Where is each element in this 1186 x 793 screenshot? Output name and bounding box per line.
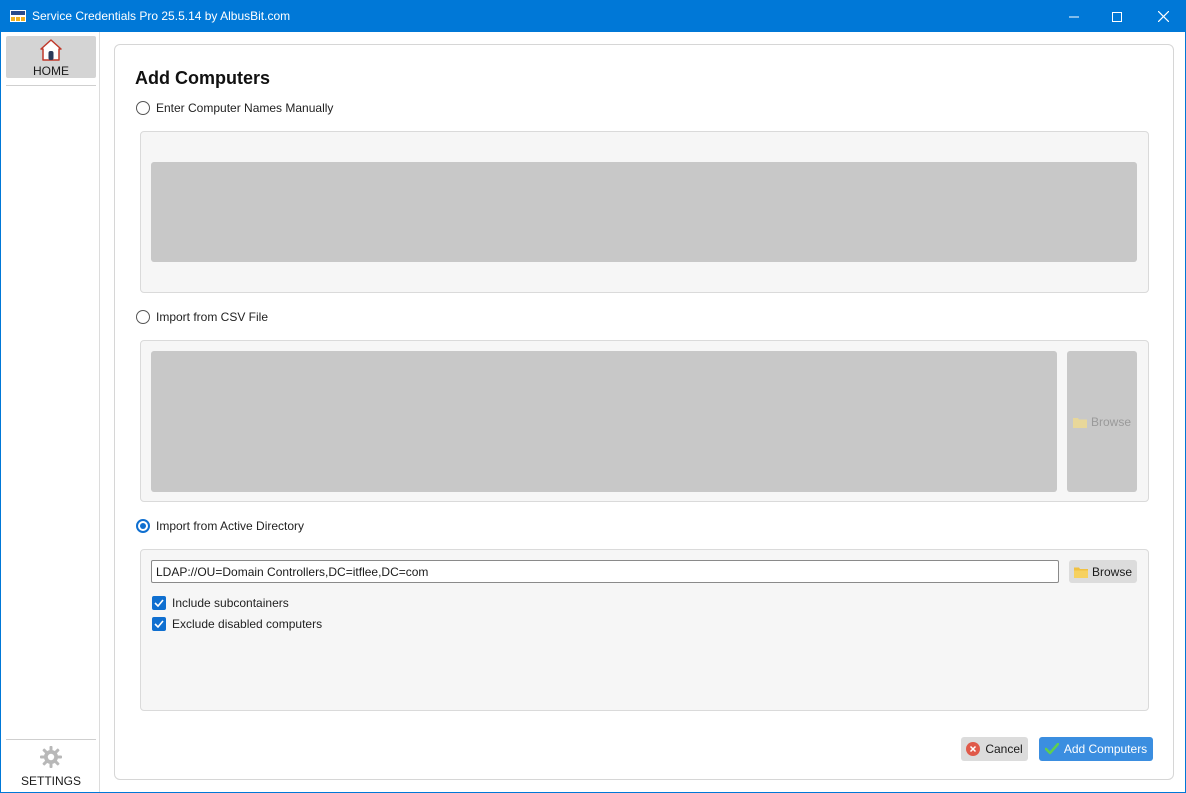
ad-browse-button[interactable]: Browse xyxy=(1069,560,1137,583)
title-bar[interactable]: Service Credentials Pro 25.5.14 by Albus… xyxy=(1,1,1185,32)
include-subcontainers-checkbox[interactable]: Include subcontainers xyxy=(152,596,289,610)
close-icon xyxy=(1157,11,1169,22)
gear-icon xyxy=(40,746,62,768)
sidebar: HOME SETTINGS xyxy=(1,32,100,792)
manual-entry-group xyxy=(140,131,1149,293)
add-computers-panel: Add Computers Enter Computer Names Manua… xyxy=(114,44,1174,780)
csv-browse-label: Browse xyxy=(1090,414,1131,429)
radio-active-directory[interactable]: Import from Active Directory xyxy=(136,519,304,533)
checkbox-checked-icon[interactable] xyxy=(152,617,166,631)
house-icon xyxy=(40,39,62,61)
radio-csv-indicator[interactable] xyxy=(136,310,150,324)
add-computers-button[interactable]: Add Computers xyxy=(1039,737,1153,761)
nav-settings[interactable]: SETTINGS xyxy=(6,744,96,788)
radio-manual-indicator[interactable] xyxy=(136,101,150,115)
close-button[interactable] xyxy=(1140,1,1186,32)
window-title: Service Credentials Pro 25.5.14 by Albus… xyxy=(32,9,291,23)
sidebar-divider xyxy=(6,85,96,86)
cancel-x-icon xyxy=(966,742,981,756)
exclude-disabled-checkbox[interactable]: Exclude disabled computers xyxy=(152,617,322,631)
maximize-button[interactable] xyxy=(1094,1,1140,32)
app-window: Service Credentials Pro 25.5.14 by Albus… xyxy=(0,0,1186,793)
nav-home-label: HOME xyxy=(33,64,69,78)
radio-csv[interactable]: Import from CSV File xyxy=(136,310,268,324)
csv-import-group: Browse xyxy=(140,340,1149,502)
nav-settings-label: SETTINGS xyxy=(20,774,81,788)
checkbox-checked-icon[interactable] xyxy=(152,596,166,610)
radio-manual[interactable]: Enter Computer Names Manually xyxy=(136,101,333,115)
computer-names-textarea xyxy=(151,162,1137,262)
radio-active-directory-indicator[interactable] xyxy=(136,519,150,533)
folder-icon xyxy=(1072,417,1087,428)
csv-browse-button: Browse xyxy=(1067,351,1137,492)
minimize-button[interactable] xyxy=(1051,1,1097,32)
exclude-disabled-label: Exclude disabled computers xyxy=(172,617,323,631)
include-subcontainers-label: Include subcontainers xyxy=(172,596,289,610)
radio-active-directory-label: Import from Active Directory xyxy=(156,519,305,533)
radio-csv-label: Import from CSV File xyxy=(156,310,269,324)
ad-browse-label: Browse xyxy=(1091,564,1132,579)
cancel-button[interactable]: Cancel xyxy=(961,737,1028,761)
ldap-path-input[interactable] xyxy=(151,560,1059,583)
csv-file-field xyxy=(151,351,1057,492)
add-computers-label: Add Computers xyxy=(1063,742,1148,756)
nav-home[interactable]: HOME xyxy=(6,36,96,78)
checkmark-icon xyxy=(1044,743,1059,755)
sidebar-divider xyxy=(6,739,96,740)
service-credentials-icon xyxy=(10,10,26,22)
cancel-label: Cancel xyxy=(985,742,1023,756)
active-directory-group: Browse Include subcontainers Exclude dis… xyxy=(140,549,1149,711)
page-title: Add Computers xyxy=(135,68,270,88)
maximize-icon xyxy=(1112,11,1122,22)
radio-manual-label: Enter Computer Names Manually xyxy=(156,101,334,115)
folder-icon xyxy=(1073,567,1088,578)
minimize-icon xyxy=(1069,16,1079,17)
